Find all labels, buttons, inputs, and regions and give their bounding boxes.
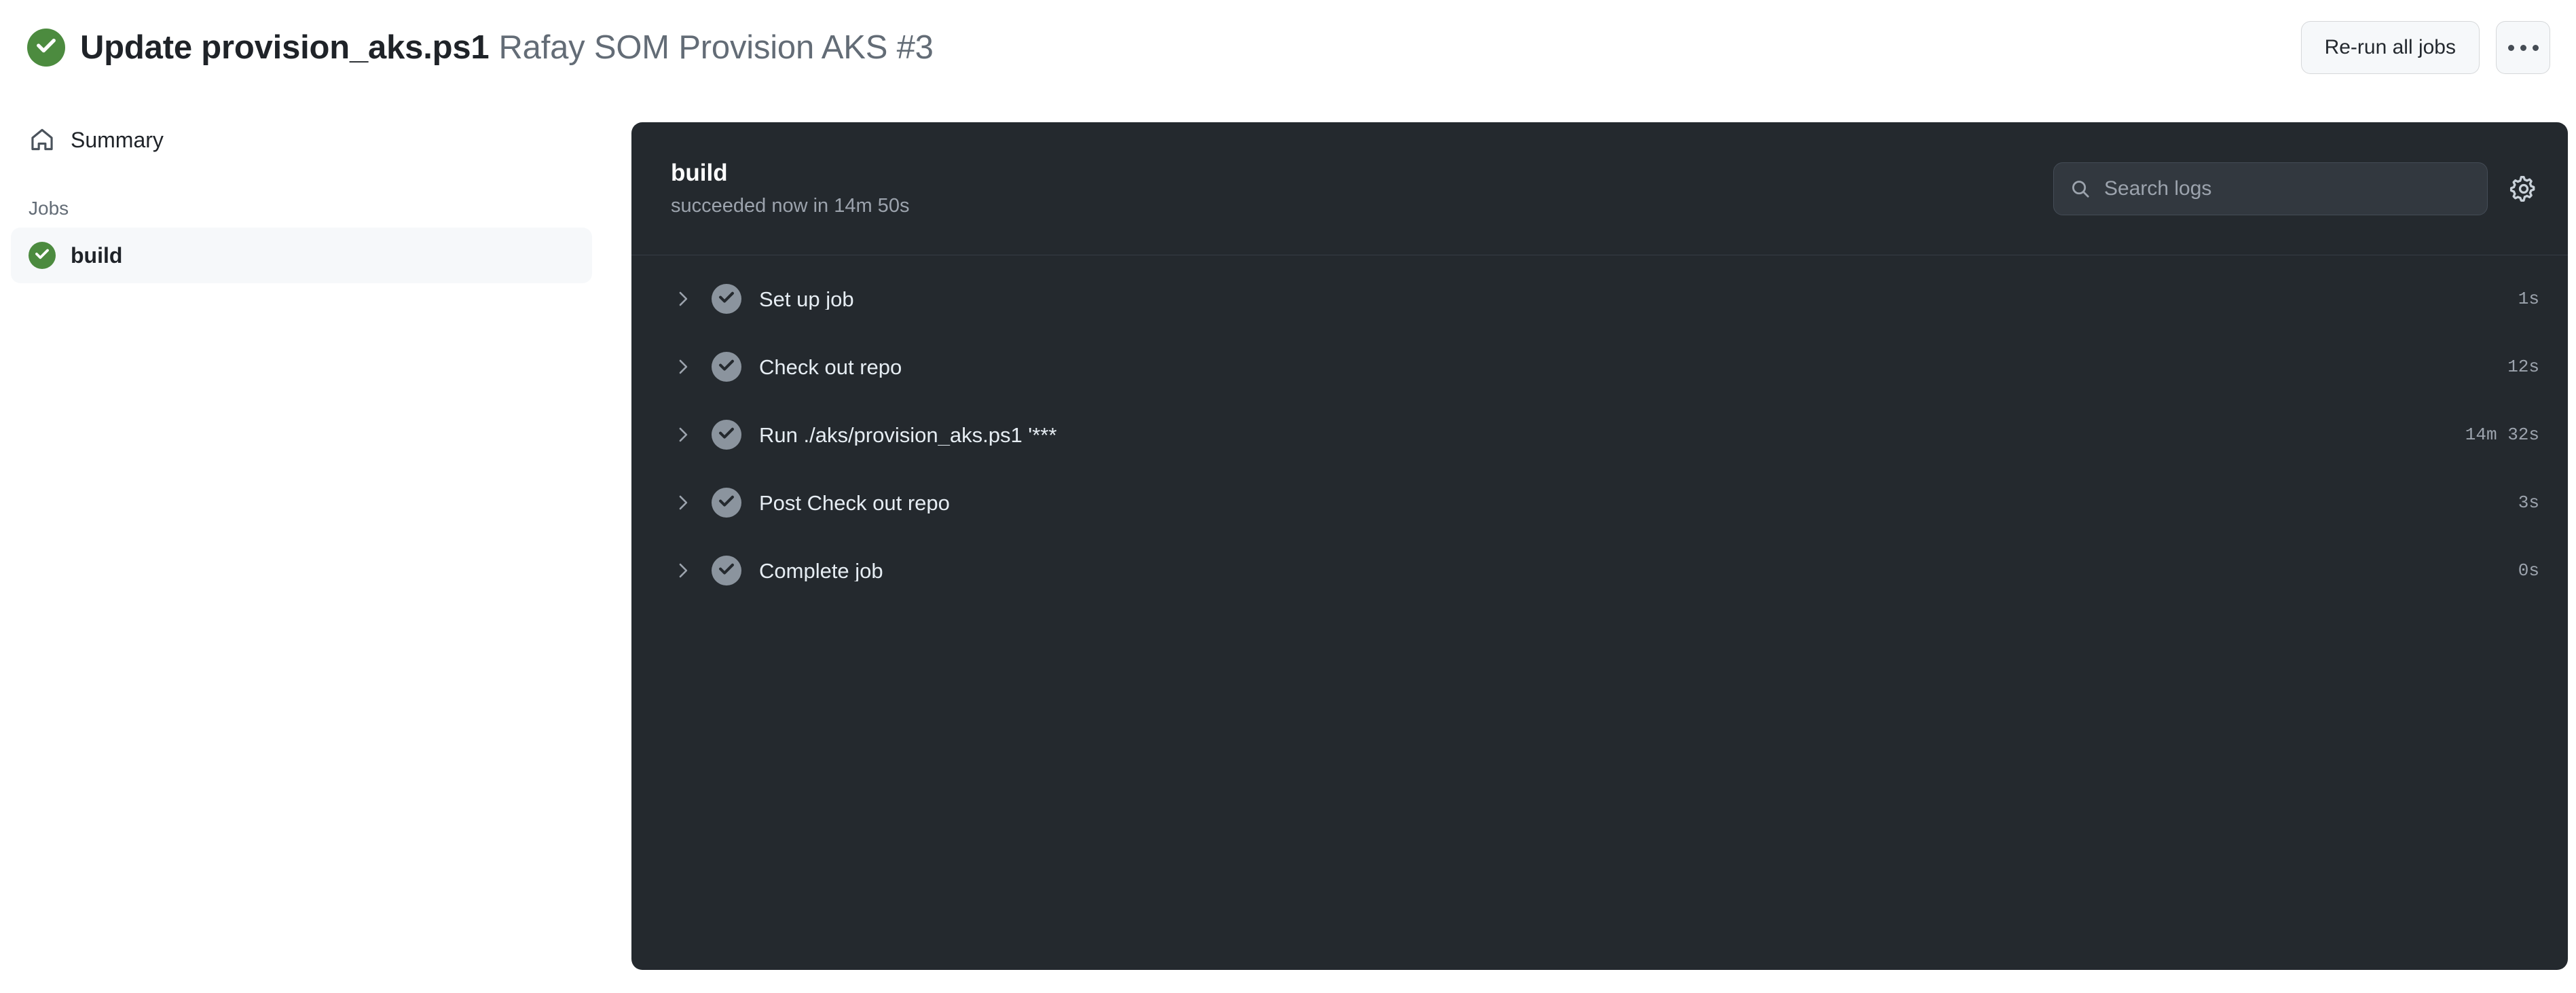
- header-actions: Re-run all jobs: [2300, 21, 2550, 74]
- step-duration: 3s: [2518, 492, 2539, 513]
- chevron-right-icon: [669, 557, 697, 584]
- job-steps-list: Set up job 1s Check out repo 12s Run ./a…: [631, 255, 2568, 604]
- job-log-header-text: build succeeded now in 14m 50s: [671, 159, 2053, 218]
- sidebar: Summary Jobs build: [0, 95, 631, 993]
- chevron-right-icon: [669, 421, 697, 448]
- check-circle-icon: [712, 352, 741, 382]
- step-duration: 14m 32s: [2465, 425, 2539, 445]
- check-circle-success-icon: [29, 242, 56, 269]
- page-header: Update provision_aks.ps1 Rafay SOM Provis…: [0, 0, 2576, 95]
- more-options-button[interactable]: [2496, 21, 2550, 74]
- header-left-group: Update provision_aks.ps1 Rafay SOM Provis…: [27, 29, 2301, 67]
- check-circle-icon: [712, 420, 741, 450]
- search-icon: [2072, 180, 2089, 198]
- sidebar-item-summary-label: Summary: [71, 128, 164, 152]
- step-duration: 12s: [2507, 357, 2539, 377]
- step-label: Complete job: [759, 560, 883, 581]
- chevron-right-icon: [669, 489, 697, 516]
- step-duration: 0s: [2518, 560, 2539, 581]
- log-settings-button[interactable]: [2505, 170, 2542, 207]
- sidebar-item-build-label: build: [71, 243, 123, 268]
- log-toolbar: [2053, 162, 2542, 215]
- step-duration: 1s: [2518, 289, 2539, 309]
- chevron-right-icon: [669, 353, 697, 380]
- job-name: build: [671, 160, 728, 187]
- check-circle-icon: [712, 488, 741, 518]
- check-circle-icon: [712, 556, 741, 585]
- gear-icon: [2509, 175, 2535, 202]
- step-label: Set up job: [759, 288, 854, 310]
- job-log-header: build succeeded now in 14m 50s: [631, 122, 2568, 255]
- check-circle-success-icon: [27, 29, 65, 67]
- search-logs-input[interactable]: [2104, 177, 2471, 200]
- sidebar-item-summary[interactable]: Summary: [11, 112, 592, 168]
- step-row[interactable]: Run ./aks/provision_aks.ps1 '*** 14m 32s: [631, 401, 2568, 469]
- step-row[interactable]: Check out repo 12s: [631, 333, 2568, 401]
- step-row[interactable]: Set up job 1s: [631, 265, 2568, 333]
- step-row[interactable]: Complete job 0s: [631, 537, 2568, 604]
- page-title-workflow: Rafay SOM Provision AKS #3: [498, 29, 934, 66]
- sidebar-item-build[interactable]: build: [11, 228, 592, 283]
- chevron-right-icon: [669, 285, 697, 312]
- kebab-horizontal-icon: [2507, 44, 2539, 51]
- page-title: Update provision_aks.ps1 Rafay SOM Provis…: [80, 29, 934, 67]
- job-status-text: succeeded now in 14m 50s: [671, 195, 910, 217]
- step-label: Run ./aks/provision_aks.ps1 '***: [759, 424, 1057, 446]
- step-row[interactable]: Post Check out repo 3s: [631, 469, 2568, 537]
- search-logs-box[interactable]: [2053, 162, 2488, 215]
- sidebar-jobs-heading: Jobs: [29, 198, 69, 219]
- step-label: Check out repo: [759, 356, 902, 378]
- home-icon: [29, 126, 56, 154]
- check-circle-icon: [712, 284, 741, 314]
- page-title-commit: Update provision_aks.ps1: [80, 29, 490, 66]
- rerun-all-jobs-button[interactable]: Re-run all jobs: [2300, 21, 2480, 74]
- job-log-panel: build succeeded now in 14m 50s Search lo…: [631, 122, 2568, 970]
- step-label: Post Check out repo: [759, 492, 950, 513]
